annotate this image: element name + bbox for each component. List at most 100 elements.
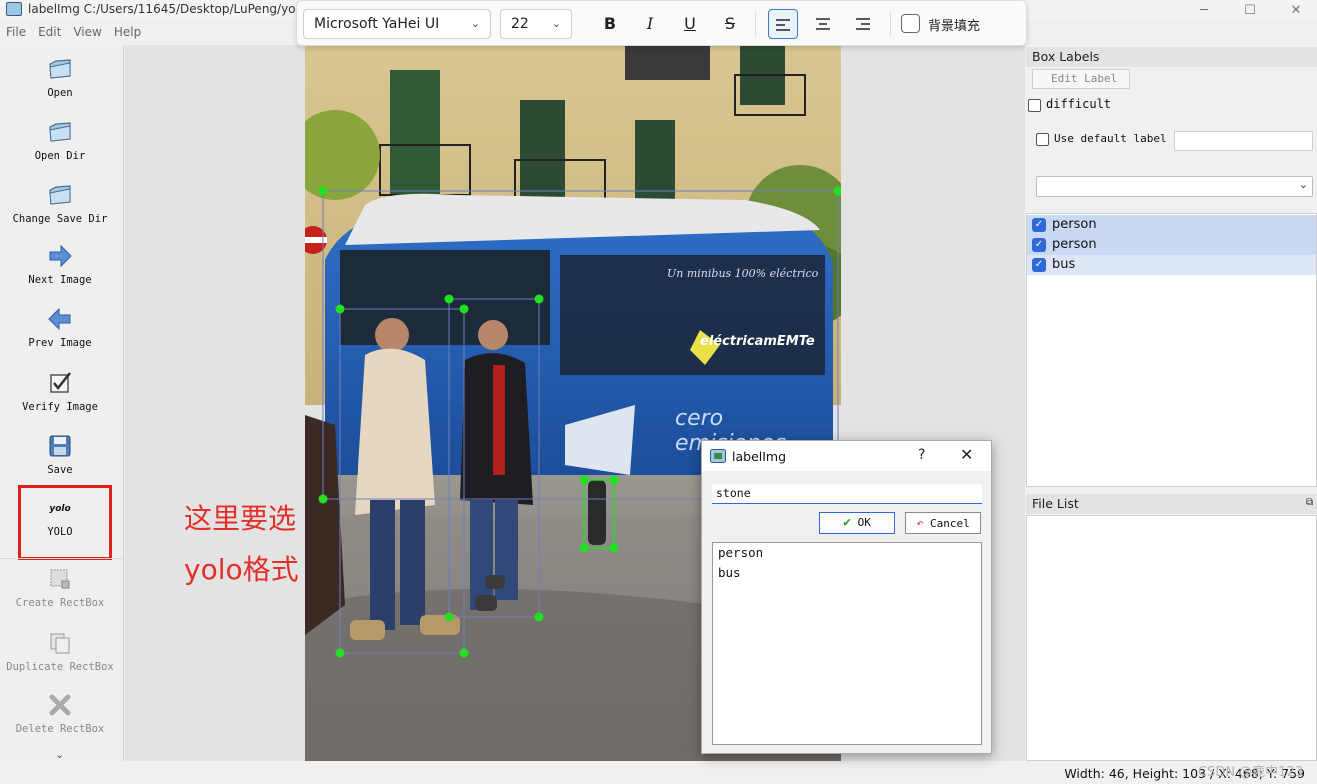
label-history-list[interactable]: person bus [712,542,982,745]
background-fill-checkbox[interactable] [901,14,920,33]
float-dock-icon[interactable]: ⧉ [1306,497,1313,508]
background-fill-label: 背景填充 [928,19,981,34]
align-right-icon [856,18,870,30]
arrow-left-icon [48,307,71,331]
open-dir-button[interactable]: Open Dir [0,118,120,162]
duplicate-rectbox-button[interactable]: Duplicate RectBox [0,629,120,673]
svg-text:cero: cero [675,406,723,431]
save-button[interactable]: Save [0,432,120,476]
duplicate-rectbox-label: Duplicate RectBox [6,661,114,673]
font-family-select[interactable]: Microsoft YaHei UI ⌄ [303,9,491,39]
window-title: labelImg C:/Users/11645/Desktop/LuPeng/y… [28,2,314,16]
check-icon[interactable]: ✓ [1032,258,1046,272]
chevron-down-icon: ⌄ [470,17,480,30]
minimize-button[interactable]: ─ [1181,0,1227,20]
help-button[interactable]: ? [918,447,925,463]
format-separator [890,11,891,37]
yolo-highlight-box [18,485,112,560]
label-list-item[interactable]: ✓ person [1027,215,1316,235]
menu-file[interactable]: File [0,22,32,42]
text-format-toolbar: Microsoft YaHei UI ⌄ 22 ⌄ B I U S 背景填充 [296,0,1027,46]
check-icon[interactable]: ✓ [1032,218,1046,232]
underline-button[interactable]: U [675,9,705,39]
rectbox-icon [50,569,70,589]
arrow-right-icon [49,244,72,268]
open-dir-label: Open Dir [34,150,86,162]
change-save-dir-button[interactable]: Change Save Dir [0,181,120,225]
open-button[interactable]: Open [0,55,120,99]
ok-button[interactable]: ✔ OK [819,512,895,534]
chevron-down-icon: ⌄ [551,17,561,30]
default-label-input[interactable] [1174,131,1313,151]
menu-view[interactable]: View [67,22,107,42]
align-left-button[interactable] [768,9,798,39]
change-save-dir-label: Change Save Dir [12,213,108,225]
next-image-button[interactable]: Next Image [0,242,120,286]
prev-image-label: Prev Image [28,337,92,349]
duplicate-icon [50,633,70,654]
checkbox-icon [50,372,71,393]
align-center-button[interactable] [808,9,838,39]
label-input[interactable]: stone [712,484,982,504]
next-image-label: Next Image [28,274,92,286]
difficult-checkbox[interactable] [1028,99,1041,112]
svg-text:eléctricamEMTe: eléctricamEMTe [700,334,815,349]
box-label-list[interactable]: ✓ person ✓ person ✓ bus [1026,213,1317,487]
status-bar: Width: 46, Height: 103 / X: 468; Y: 759 … [0,761,1317,784]
check-icon: ✔ [843,515,851,530]
font-family-value: Microsoft YaHei UI [314,16,440,32]
save-label: Save [47,464,73,476]
close-button[interactable]: ✕ [1273,0,1317,20]
align-right-button[interactable] [848,9,878,39]
list-item[interactable]: bus [713,563,981,583]
folder-icon [49,185,71,205]
menu-edit[interactable]: Edit [32,22,67,42]
verify-image-label: Verify Image [22,401,98,413]
left-toolbar: Open Open Dir Change Save Dir Next Image… [0,45,124,784]
align-center-icon [816,18,830,30]
annotation-line1: 这里要选 [184,502,297,535]
font-size-value: 22 [511,16,529,32]
delete-rectbox-button[interactable]: Delete RectBox [0,691,120,735]
toolbar-more-chevron-icon[interactable]: ⌄ [55,748,64,761]
list-item[interactable]: person [713,543,981,563]
align-left-icon [776,19,790,31]
watermark: CSDN @鹿中123 [1197,765,1303,780]
create-rectbox-button[interactable]: Create RectBox [0,565,120,609]
folder-icon [49,122,71,142]
file-list[interactable] [1026,515,1317,761]
bold-button[interactable]: B [595,9,625,39]
format-separator [755,11,756,37]
label-dialog: labelImg ? ✕ stone ✔ OK ↶ Cancel person … [701,440,992,754]
label-list-item[interactable]: ✓ bus [1027,255,1316,275]
verify-image-button[interactable]: Verify Image [0,369,120,413]
undo-arrow-icon: ↶ [916,516,924,530]
app-icon [6,2,22,16]
strikethrough-button[interactable]: S [715,9,745,39]
font-size-select[interactable]: 22 ⌄ [500,9,572,39]
folder-icon [49,59,71,79]
maximize-button[interactable]: ☐ [1227,0,1273,20]
cancel-button[interactable]: ↶ Cancel [905,512,981,534]
label-text: bus [1052,257,1076,272]
prev-image-button[interactable]: Prev Image [0,305,120,349]
floppy-icon [49,435,71,457]
labelimg-window: labelImg C:/Users/11645/Desktop/LuPeng/y… [0,0,1317,784]
edit-label-button[interactable]: Edit Label [1032,69,1130,89]
toolbar-separator [0,558,124,559]
label-list-item[interactable]: ✓ person [1027,235,1316,255]
italic-button[interactable]: I [635,9,665,39]
check-icon[interactable]: ✓ [1032,238,1046,252]
create-rectbox-label: Create RectBox [15,597,105,609]
box-labels-title: Box Labels [1026,47,1317,67]
app-icon [710,449,726,463]
chevron-down-icon: ⌄ [1298,178,1308,191]
menu-help[interactable]: Help [108,22,147,42]
file-list-title: File List [1026,494,1317,514]
dialog-close-button[interactable]: ✕ [960,445,973,464]
use-default-label-checkbox[interactable] [1036,133,1049,146]
label-text: person [1052,237,1097,252]
label-text: person [1052,217,1097,232]
use-default-label-label: Use default label [1054,132,1167,145]
label-combo-box[interactable]: ⌄ [1036,176,1313,197]
